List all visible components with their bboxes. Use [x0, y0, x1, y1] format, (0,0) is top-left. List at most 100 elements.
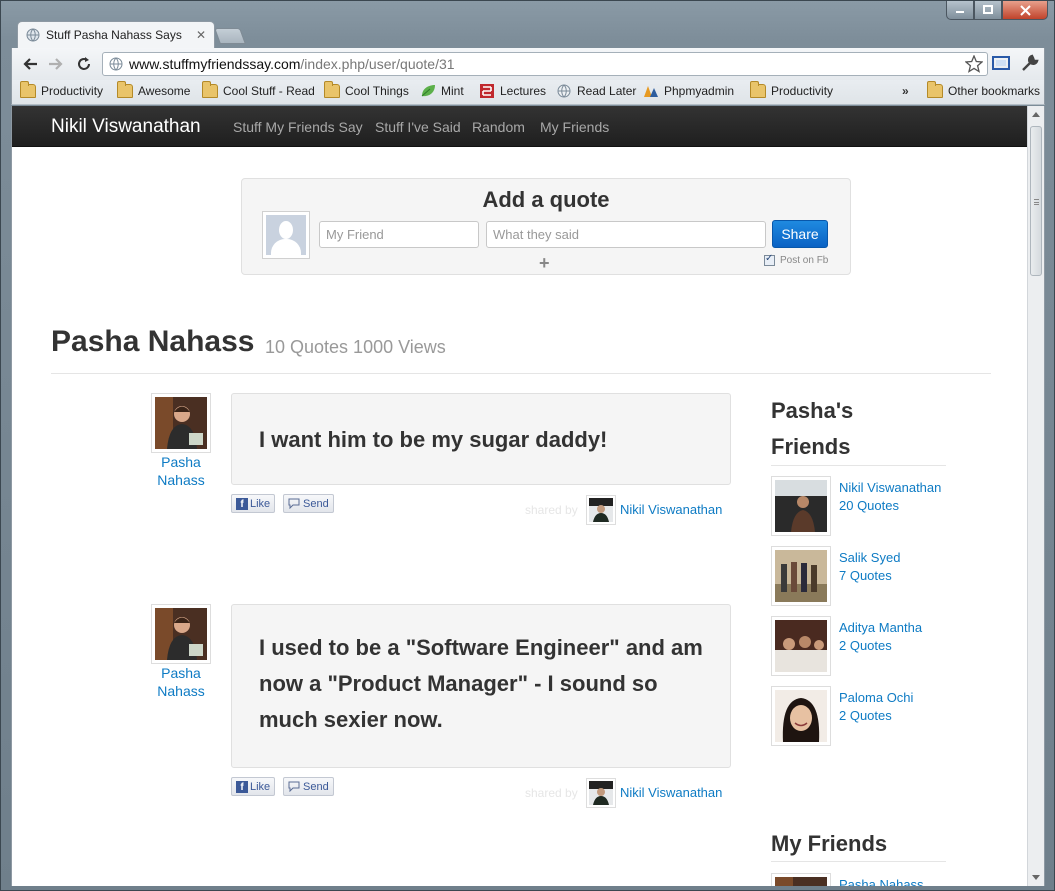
- bookmark-lectures[interactable]: Lectures: [479, 84, 546, 98]
- address-bar[interactable]: www.stuffmyfriendssay.com/index.php/user…: [102, 52, 988, 76]
- author-photo: [155, 397, 207, 449]
- bookmark-awesome[interactable]: Awesome: [117, 81, 190, 98]
- globe-icon: [26, 28, 40, 42]
- friend-quote-count[interactable]: 2 Quotes: [839, 708, 892, 723]
- friend-avatar[interactable]: [771, 616, 831, 676]
- add-quote-title: Add a quote: [482, 187, 610, 212]
- bookmark-read-later[interactable]: Read Later: [556, 84, 636, 98]
- friend-input[interactable]: [319, 221, 479, 248]
- post-on-fb-checkbox[interactable]: [764, 253, 775, 266]
- quote-author-avatar[interactable]: [151, 393, 211, 453]
- scroll-down-arrow-icon[interactable]: [1032, 875, 1040, 880]
- friend-avatar[interactable]: [771, 686, 831, 746]
- quote-author-avatar[interactable]: [151, 604, 211, 664]
- friend-name-link[interactable]: Aditya Mantha: [839, 620, 922, 635]
- minimize-button[interactable]: [946, 1, 974, 20]
- sharer-name-link[interactable]: Nikil Viswanathan: [620, 785, 722, 800]
- profile-name: Pasha Nahass: [51, 325, 255, 358]
- sharer-avatar[interactable]: [586, 778, 616, 808]
- bookmark-cool-stuff-read[interactable]: Cool Stuff - Read: [202, 81, 315, 98]
- nav-stuff-my-friends-say[interactable]: Stuff My Friends Say: [233, 119, 363, 135]
- top-navbar: Nikil Viswanathan Stuff My Friends Say S…: [12, 106, 1029, 147]
- window-controls: [946, 1, 1048, 20]
- bookmark-label: Mint: [441, 84, 464, 98]
- share-button[interactable]: Share: [772, 220, 828, 248]
- phpmyadmin-icon: [644, 86, 658, 97]
- nav-random[interactable]: Random: [472, 119, 525, 135]
- sidebar-divider: [771, 465, 946, 466]
- scrollbar-thumb[interactable]: [1030, 126, 1042, 276]
- friend-name-link[interactable]: Pasha Nahass: [839, 877, 924, 886]
- reload-button[interactable]: [74, 55, 94, 73]
- fb-like-button[interactable]: f Like: [231, 494, 276, 513]
- sharer-photo: [589, 781, 613, 805]
- tab-close-icon[interactable]: ✕: [196, 28, 206, 42]
- bookmarks-overflow-chevron[interactable]: »: [902, 84, 909, 98]
- quote-author-name[interactable]: Pasha Nahass: [141, 664, 221, 700]
- scroll-up-arrow-icon[interactable]: [1032, 112, 1040, 117]
- fb-like-button[interactable]: f Like: [231, 777, 276, 796]
- folder-icon: [117, 81, 133, 98]
- new-tab-button[interactable]: [214, 28, 246, 44]
- fb-send-button[interactable]: Send: [283, 777, 334, 796]
- forward-button[interactable]: [46, 55, 66, 73]
- page-info-icon: [109, 57, 123, 71]
- sharer-name-link[interactable]: Nikil Viswanathan: [620, 502, 722, 517]
- friend-name-link[interactable]: Nikil Viswanathan: [839, 480, 941, 495]
- sharer-avatar[interactable]: [586, 495, 616, 525]
- facebook-icon: f: [236, 780, 248, 793]
- add-quote-panel: Add a quote Share + Post on Fb: [241, 178, 851, 275]
- nav-my-friends[interactable]: My Friends: [540, 119, 609, 135]
- grip-icon: [1034, 199, 1039, 205]
- bookmark-productivity-2[interactable]: Productivity: [750, 81, 833, 98]
- quote-input[interactable]: [486, 221, 766, 248]
- browser-tab[interactable]: Stuff Pasha Nahass Says ✕: [17, 21, 215, 48]
- bookmark-cool-things[interactable]: Cool Things: [324, 81, 409, 98]
- bookmark-label: Cool Stuff - Read: [223, 84, 315, 98]
- bookmarks-bar: Productivity Awesome Cool Stuff - Read C…: [11, 80, 1045, 105]
- page-menu-icon[interactable]: [991, 54, 1011, 72]
- send-label: Send: [303, 780, 329, 793]
- bookmark-productivity[interactable]: Productivity: [20, 81, 103, 98]
- back-button[interactable]: [20, 55, 40, 73]
- bookmark-label: Cool Things: [345, 84, 409, 98]
- friend-avatar[interactable]: [771, 873, 831, 886]
- friend-name-link[interactable]: Paloma Ochi: [839, 690, 913, 705]
- brand-link[interactable]: Nikil Viswanathan: [51, 116, 201, 138]
- wrench-icon[interactable]: [1020, 54, 1040, 72]
- bookmark-label: Phpmyadmin: [664, 84, 735, 98]
- profile-stats: 10 Quotes 1000 Views: [265, 337, 446, 357]
- folder-icon: [927, 81, 943, 98]
- friend-avatar[interactable]: [771, 546, 831, 606]
- friend-photo: [775, 620, 827, 672]
- friend-quote-count[interactable]: 2 Quotes: [839, 638, 892, 653]
- author-first-name: Pasha: [161, 454, 201, 470]
- other-bookmarks[interactable]: Other bookmarks: [927, 81, 1040, 98]
- bookmark-mint[interactable]: Mint: [420, 84, 464, 98]
- post-on-fb-toggle[interactable]: Post on Fb: [764, 253, 828, 266]
- mint-leaf-icon: [421, 85, 435, 97]
- bookmark-label: Lectures: [500, 84, 547, 98]
- maximize-button[interactable]: [974, 1, 1002, 20]
- browser-window: Stuff Pasha Nahass Says ✕ www.stuffmyfri…: [0, 0, 1055, 891]
- divider: [51, 373, 991, 374]
- author-photo: [155, 608, 207, 660]
- add-more-plus-icon[interactable]: +: [539, 253, 550, 274]
- page-viewport: Nikil Viswanathan Stuff My Friends Say S…: [11, 106, 1045, 886]
- fb-send-button[interactable]: Send: [283, 494, 334, 513]
- friend-quote-count[interactable]: 20 Quotes: [839, 498, 899, 513]
- bookmark-phpmyadmin[interactable]: Phpmyadmin: [643, 84, 734, 98]
- quote-author-name[interactable]: Pasha Nahass: [141, 453, 221, 489]
- friend-name-link[interactable]: Salik Syed: [839, 550, 900, 565]
- friend-photo: [775, 550, 827, 602]
- friend-quote-count[interactable]: 7 Quotes: [839, 568, 892, 583]
- close-window-button[interactable]: [1002, 1, 1048, 20]
- quote-text: I used to be a "Software Engineer" and a…: [259, 635, 703, 732]
- nav-stuff-ive-said[interactable]: Stuff I've Said: [375, 119, 461, 135]
- shared-by-label: shared by: [525, 786, 578, 800]
- maximize-icon: [983, 5, 993, 14]
- vertical-scrollbar[interactable]: [1027, 106, 1044, 886]
- bookmark-star-icon[interactable]: [965, 55, 983, 73]
- friend-avatar[interactable]: [771, 476, 831, 536]
- facebook-icon: f: [236, 497, 248, 510]
